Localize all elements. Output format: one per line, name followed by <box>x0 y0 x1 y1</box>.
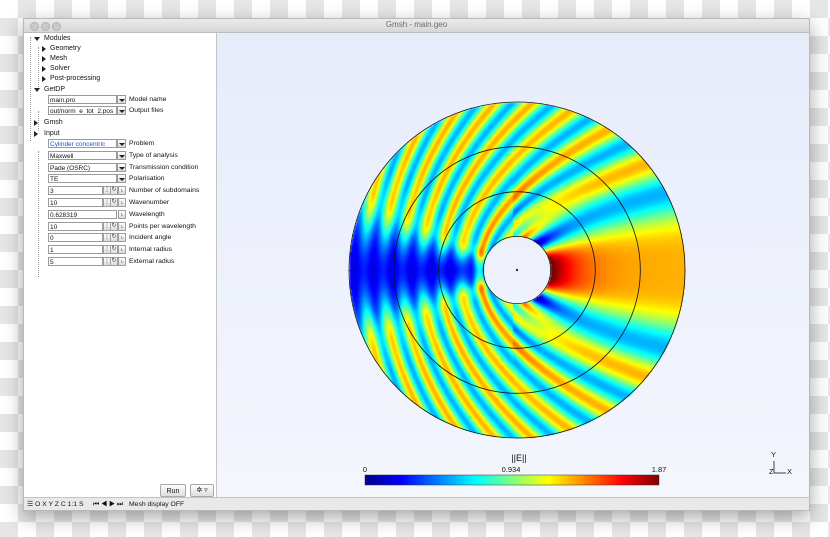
param-label-4: Number of subdomains <box>129 187 200 194</box>
expand-down-icon <box>34 37 40 41</box>
param-dropdown-button-0[interactable] <box>117 139 126 148</box>
output-files-dropdown-button[interactable] <box>117 106 126 115</box>
loop-icon[interactable]: ↻ <box>110 233 118 242</box>
navigation-buttons[interactable]: ⏮ ◀ ▶ ⏭ <box>93 498 123 510</box>
param-label-6: Wavelength <box>129 211 165 218</box>
output-files-field[interactable]: out/norm_e_tot_2.pos <box>48 106 117 115</box>
param-field-7[interactable]: 10 <box>48 222 103 231</box>
colorbar <box>364 474 660 486</box>
status-message: Mesh display OFF <box>129 501 185 508</box>
graph-icon[interactable]: ⌞ <box>118 245 126 254</box>
param-label-9: Internal radius <box>129 246 173 253</box>
graph-icon[interactable]: ⌞ <box>118 233 126 242</box>
expand-right-icon <box>42 56 46 62</box>
overlay-svg: ||E|| 0 0.934 1.87 Y Z X <box>348 101 792 486</box>
param-label-0: Problem <box>129 140 155 147</box>
model-name-field[interactable]: main.pro <box>48 95 117 104</box>
param-label-5: Wavenumber <box>129 199 170 206</box>
run-button[interactable]: Run <box>160 484 186 497</box>
param-label-7: Points per wavelength <box>129 223 196 230</box>
center-point <box>515 268 519 272</box>
param-field-1[interactable]: Maxwell <box>48 151 117 160</box>
param-label-1: Type of analysis <box>129 152 178 159</box>
status-bar: ☰ O X Y Z C 1:1 S ⏮ ◀ ▶ ⏭ Mesh display O… <box>24 497 809 510</box>
graphics-viewport[interactable]: ||E|| 0 0.934 1.87 Y Z X <box>217 33 809 497</box>
param-dropdown-button-3[interactable] <box>117 174 126 183</box>
param-field-0[interactable]: Cylinder concentric <box>48 139 117 148</box>
output-files-label: Output files <box>129 107 164 114</box>
expand-right-icon <box>42 46 46 52</box>
param-field-10[interactable]: 5 <box>48 257 103 266</box>
param-field-8[interactable]: 0 <box>48 233 103 242</box>
subdomain-boundaries <box>348 101 686 439</box>
param-dropdown-button-2[interactable] <box>117 163 126 172</box>
graph-icon[interactable]: ⌞ <box>118 198 126 207</box>
param-label-2: Transmission condition <box>129 164 199 171</box>
loop-icon[interactable]: ↻ <box>110 222 118 231</box>
param-label-8: Incident angle <box>129 234 172 241</box>
colorbar-max-label: 1.87 <box>652 465 667 474</box>
loop-icon[interactable]: ↻ <box>110 198 118 207</box>
axis-x-label: X <box>787 467 792 476</box>
loop-icon[interactable]: ↻ <box>110 257 118 266</box>
param-dropdown-button-1[interactable] <box>117 151 126 160</box>
window-title: Gmsh - main.geo <box>385 20 448 29</box>
gmsh-window: Gmsh - main.geo Modules Geometry Mesh So… <box>23 18 810 511</box>
graph-icon[interactable]: ⌞ <box>118 186 126 195</box>
loop-icon[interactable]: ↻ <box>110 245 118 254</box>
param-field-3[interactable]: TE <box>48 174 117 183</box>
expand-right-icon <box>42 66 46 72</box>
expand-down-icon <box>34 88 40 92</box>
param-field-4[interactable]: 3 <box>48 186 103 195</box>
menu-icon[interactable]: ☰ <box>27 498 33 510</box>
axis-y-label: Y <box>771 450 776 459</box>
options-tree-panel: Modules Geometry Mesh Solver Post-proces… <box>24 33 217 497</box>
colorbar-title: ||E|| <box>511 453 526 463</box>
model-name-label: Model name <box>129 96 167 103</box>
param-field-6[interactable]: 0.628319 <box>48 210 117 219</box>
param-label-3: Polarisation <box>129 175 165 182</box>
colorbar-min-label: 0 <box>363 465 367 474</box>
title-bar: Gmsh - main.geo <box>24 19 809 33</box>
expand-right-icon <box>42 76 46 82</box>
graph-icon[interactable]: ⌞ <box>118 222 126 231</box>
param-field-2[interactable]: Pade (OSRC) <box>48 163 117 172</box>
view-buttons[interactable]: O X Y Z C 1:1 S <box>35 498 83 510</box>
axis-z-label: Z <box>769 467 774 476</box>
param-label-10: External radius <box>129 258 175 265</box>
param-field-5[interactable]: 10 <box>48 198 103 207</box>
model-name-dropdown-button[interactable] <box>117 95 126 104</box>
colorbar-mid-label: 0.934 <box>502 465 521 474</box>
param-field-9[interactable]: 1 <box>48 245 103 254</box>
expand-right-icon <box>34 120 38 126</box>
graph-icon[interactable]: ⌞ <box>118 257 126 266</box>
expand-right-icon <box>34 131 38 137</box>
graph-icon[interactable]: ⌞ <box>118 210 126 219</box>
settings-gear-button[interactable]: ✲ ▿ <box>190 484 214 497</box>
loop-icon[interactable]: ↻ <box>110 186 118 195</box>
